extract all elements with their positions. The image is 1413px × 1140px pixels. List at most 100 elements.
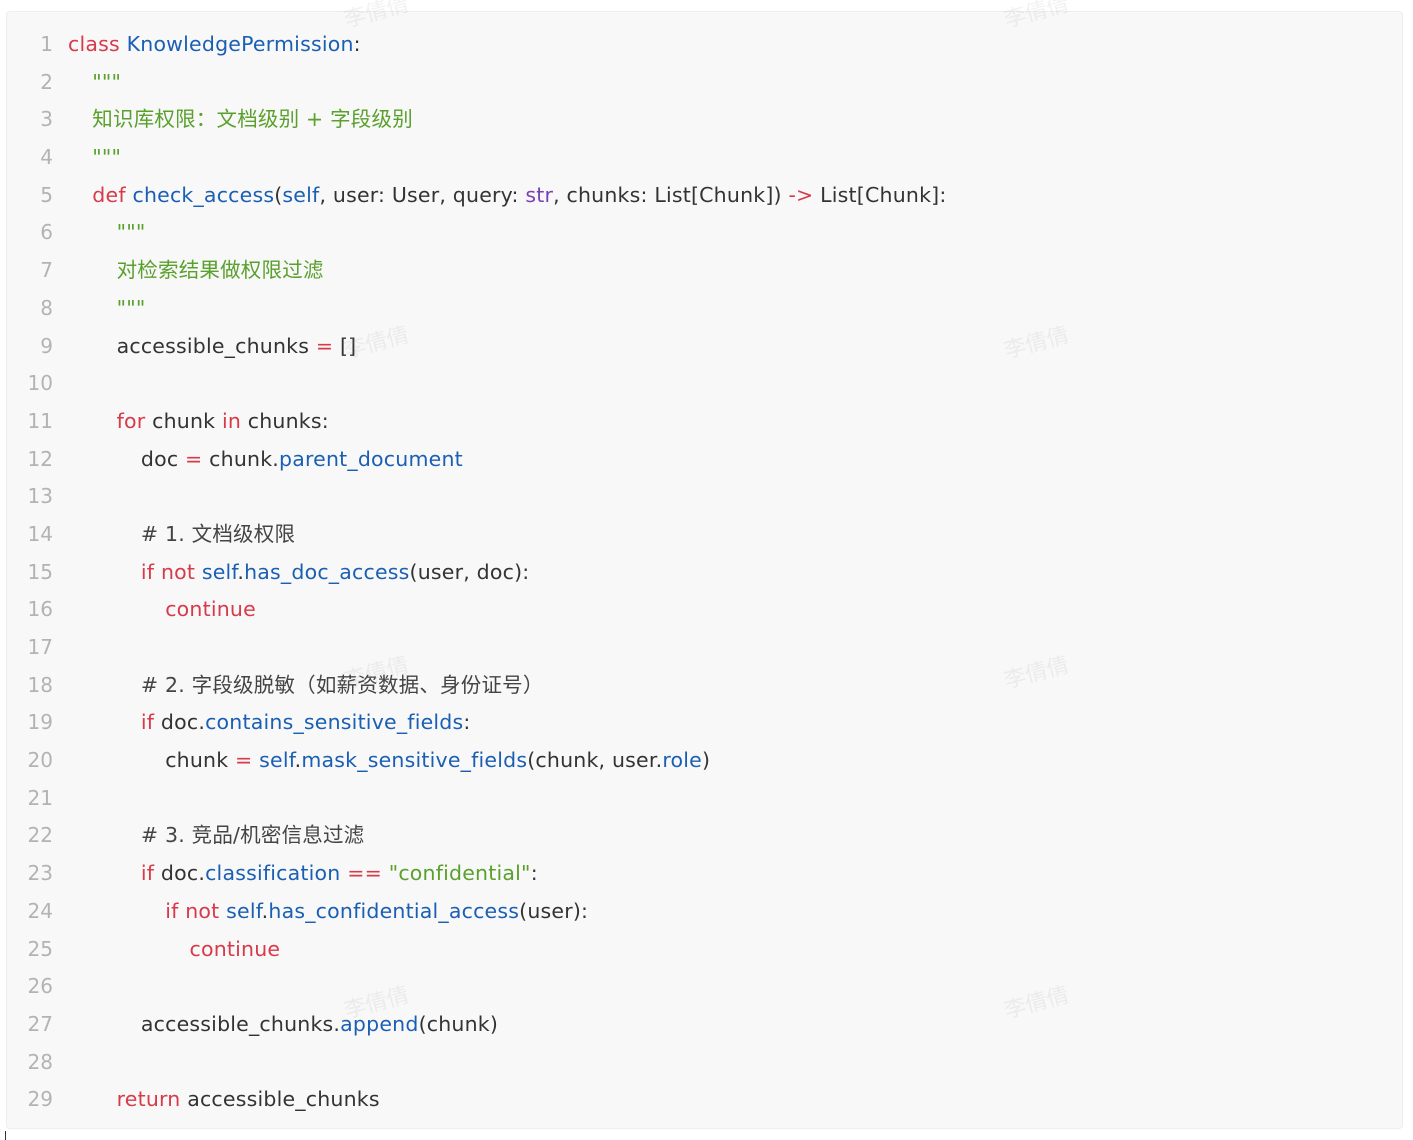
line-number: 11 [27, 408, 53, 433]
code-token: # 3. 竞品/机密信息过滤 [140, 823, 365, 848]
code-token: check_access [132, 182, 275, 207]
code-token: chunk [145, 408, 222, 433]
code-token: = [315, 333, 334, 358]
code-line: 5 def check_access(self, user: User, quer… [7, 177, 1402, 215]
line-code: accessible_chunks.append(chunk) [141, 1006, 498, 1044]
code-token: role [662, 748, 702, 773]
code-line: 21 [7, 780, 1402, 818]
text-cursor [5, 1131, 6, 1140]
line-code: # 2. 字段级脱敏（如薪资数据、身份证号） [141, 667, 544, 705]
code-token: # 1. 文档级权限 [140, 521, 296, 546]
line-code: continue [165, 591, 256, 629]
code-token: append [340, 1011, 419, 1036]
code-line: 13 [7, 478, 1402, 516]
line-code: for chunk in chunks: [117, 403, 329, 441]
code-token: has_confidential_access [268, 898, 520, 923]
line-code: doc = chunk.parent_document [141, 441, 463, 479]
line-number: 15 [27, 559, 53, 584]
line-code: if doc.classification == "confidential": [141, 855, 538, 893]
code-block: 1 class KnowledgePermission: 2 """ 3 知识库权限：文档… [6, 11, 1403, 1129]
code-token: doc. [154, 710, 206, 735]
code-token: continue [165, 597, 256, 622]
line-code: """ [92, 64, 121, 102]
code-token: (user): [519, 898, 589, 923]
code-line: 19 if doc.contains_sensitive_fields: [7, 704, 1402, 742]
code-token: , chunks: List[Chunk]) [553, 182, 789, 207]
line-number: 7 [40, 258, 53, 283]
line-number: 27 [27, 1011, 53, 1036]
line-code: chunk = self.mask_sensitive_fields(chunk… [165, 742, 710, 780]
code-token: accessible_chunks [116, 333, 316, 358]
line-number: 29 [27, 1087, 53, 1112]
code-line: 28 [7, 1044, 1402, 1082]
code-token: # 2. 字段级脱敏（如薪资数据、身份证号） [140, 672, 544, 697]
code-token: : [353, 32, 361, 56]
line-number: 12 [27, 446, 53, 471]
code-line: 23 if doc.classification == "confidential… [7, 855, 1402, 893]
code-token: 对检索结果做权限过滤 [116, 258, 324, 283]
code-line: 2 """ [7, 64, 1402, 102]
code-token: not [185, 898, 220, 923]
code-token: , user: User, query: [319, 182, 526, 207]
code-token: (chunk) [418, 1011, 499, 1036]
line-code: # 3. 竞品/机密信息过滤 [141, 817, 364, 855]
code-token: (user, doc): [409, 559, 530, 584]
line-code: """ [92, 139, 121, 177]
code-token: chunks: [241, 408, 329, 433]
code-line: 26 [7, 968, 1402, 1006]
code-token: (chunk, user. [527, 748, 663, 773]
line-number: 24 [27, 898, 53, 923]
code-token: ) [701, 748, 711, 773]
code-token: accessible_chunks. [140, 1011, 341, 1036]
code-line: 10 [7, 365, 1402, 403]
code-token: doc. [154, 861, 206, 886]
code-token: parent_document [279, 446, 463, 471]
code-line: 29 return accessible_chunks [7, 1081, 1402, 1119]
line-number: 26 [27, 974, 53, 999]
code-line: 24 if not self.has_confidential_access(us… [7, 893, 1402, 931]
line-code: return accessible_chunks [117, 1081, 380, 1119]
code-token: accessible_chunks [180, 1087, 380, 1112]
code-line: 16 continue [7, 591, 1402, 629]
line-number: 28 [27, 1049, 53, 1074]
line-code: """ [117, 290, 146, 328]
code-token: class [68, 32, 120, 56]
code-token: if [140, 559, 155, 584]
line-number: 13 [27, 484, 53, 509]
code-line: 1 class KnowledgePermission: [7, 26, 1402, 64]
code-token: : [530, 861, 538, 886]
code-token: in [221, 408, 242, 433]
code-token: = [235, 748, 253, 773]
code-token: contains_sensitive_fields [205, 710, 464, 735]
code-token: """ [92, 145, 122, 170]
code-token: def [92, 182, 126, 207]
code-token: if [140, 861, 155, 886]
line-number: 1 [40, 32, 53, 56]
code-line: 22 # 3. 竞品/机密信息过滤 [7, 817, 1402, 855]
code-token: = [185, 446, 203, 471]
code-token: self [226, 898, 262, 923]
line-number: 18 [27, 672, 53, 697]
line-number: 17 [27, 635, 53, 659]
line-number: 25 [27, 936, 53, 961]
code-token: -> [788, 182, 814, 207]
line-number: 5 [40, 182, 53, 207]
line-number: 23 [27, 861, 53, 886]
code-token: if [165, 898, 179, 923]
line-number: 10 [27, 371, 53, 396]
code-line: 12 doc = chunk.parent_document [7, 441, 1402, 479]
code-line: 9 accessible_chunks = [] [7, 328, 1402, 366]
line-code: # 1. 文档级权限 [141, 516, 295, 554]
code-line: 11 for chunk in chunks: [7, 403, 1402, 441]
code-token: "confidential" [388, 861, 531, 886]
code-token: chunk [165, 748, 236, 773]
code-token: classification [205, 861, 341, 886]
line-code: if not self.has_confidential_access(user… [165, 893, 588, 931]
line-code: """ [117, 214, 146, 252]
code-token: KnowledgePermission [126, 32, 354, 56]
line-code: 知识库权限：文档级别 + 字段级别 [92, 101, 413, 139]
code-token: return [116, 1087, 181, 1112]
